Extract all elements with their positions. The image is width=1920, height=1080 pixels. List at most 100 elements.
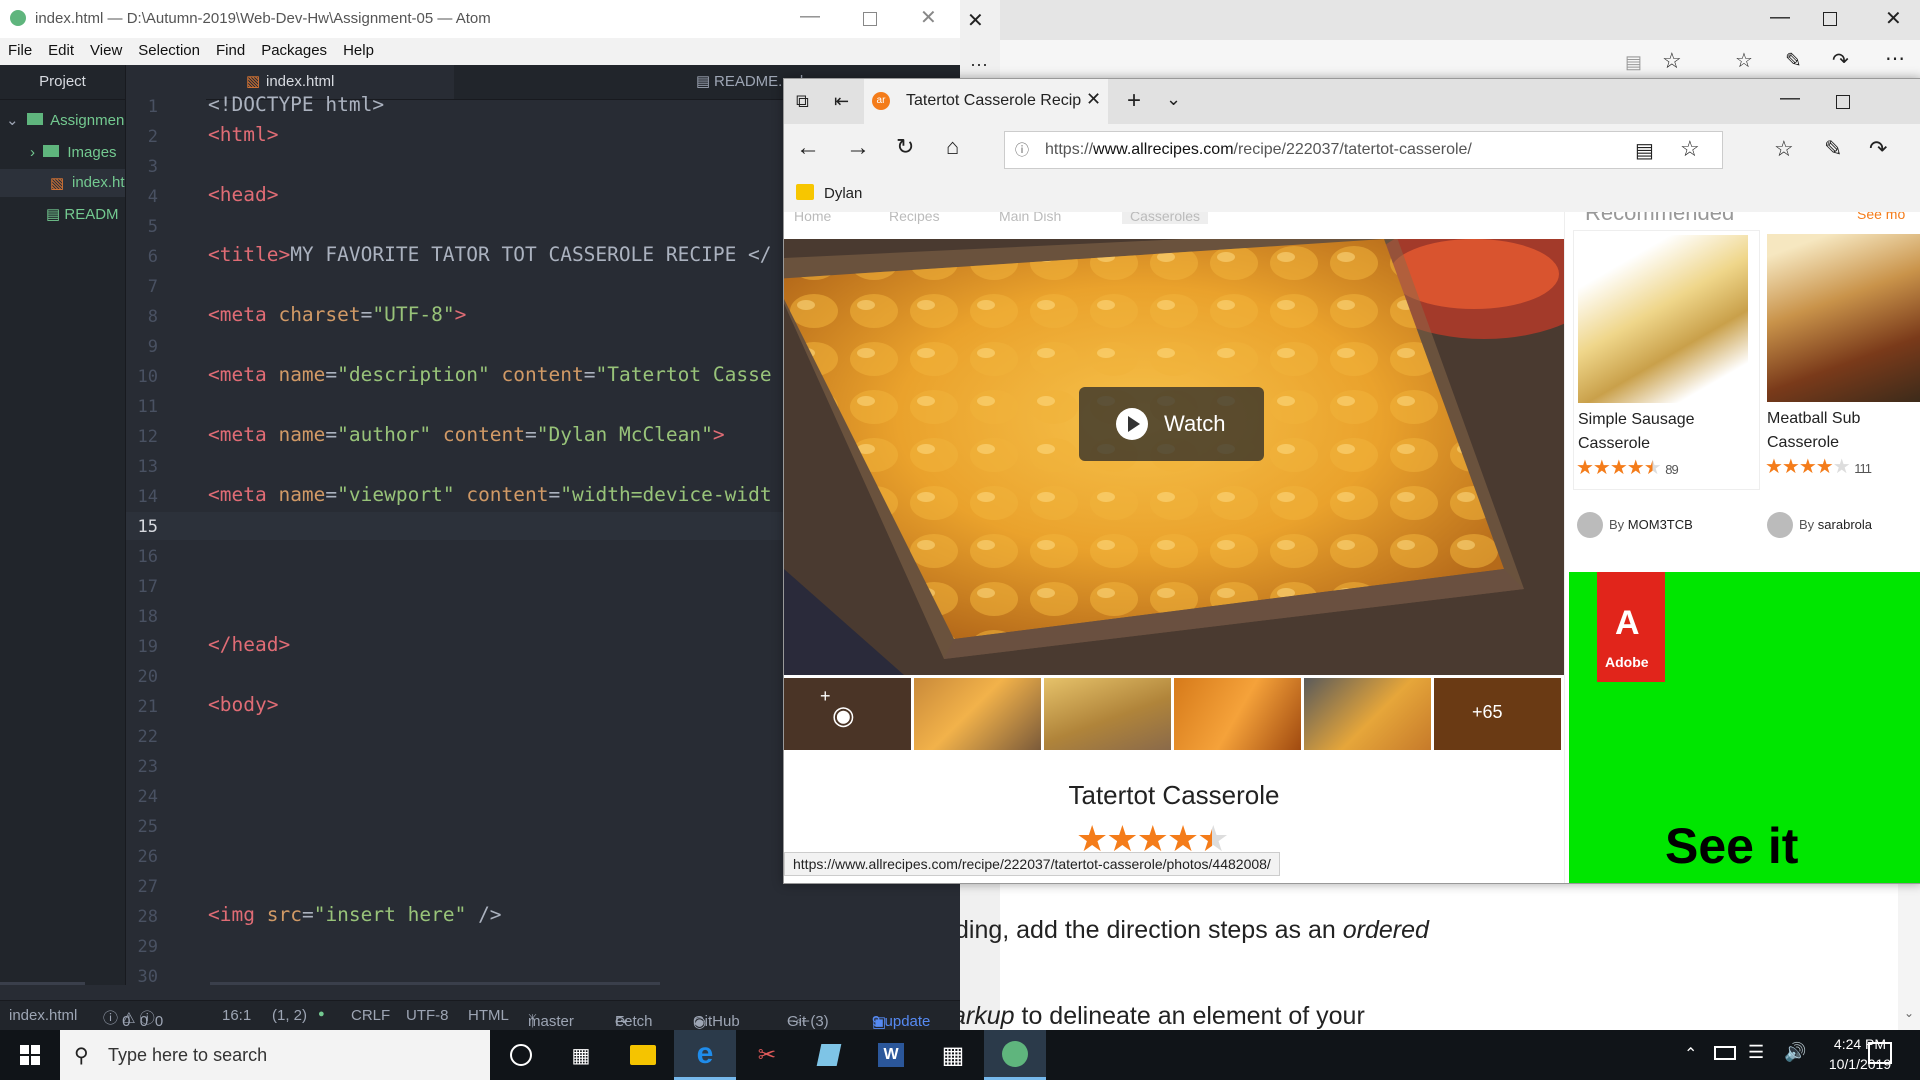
favorite-star-icon[interactable]: ☆ <box>1662 48 1682 74</box>
more-icon[interactable]: ⋯ <box>970 55 988 76</box>
camera-icon: ◉ <box>832 700 855 730</box>
recommended-card[interactable]: Simple Sausage Casserole ★★★★★ 89 <box>1573 230 1760 490</box>
clock[interactable]: 4:24 PM 10/1/2019 <box>1810 1036 1910 1072</box>
encoding[interactable]: UTF-8 <box>406 1007 449 1024</box>
menu-packages[interactable]: Packages <box>253 38 335 59</box>
favorites-hub-icon[interactable]: ☆ <box>1774 136 1794 162</box>
back-icon[interactable]: ← <box>796 134 820 162</box>
start-button[interactable] <box>0 1030 60 1080</box>
breadcrumb: Home Recipes Main Dish Casseroles <box>784 212 1564 230</box>
grammar[interactable]: HTML <box>468 1007 509 1024</box>
wifi-icon[interactable]: ☰ <box>1748 1042 1764 1063</box>
recommended-author[interactable]: By sarabrola <box>1799 517 1872 532</box>
recommended-title: Casserole <box>1767 434 1840 451</box>
watch-video-button[interactable]: Watch <box>1079 387 1264 461</box>
share-icon[interactable]: ↷ <box>1832 48 1849 73</box>
menu-view[interactable]: View <box>82 38 130 59</box>
adobe-ad[interactable]: A Adobe See it <box>1569 572 1920 883</box>
refresh-icon[interactable]: ↻ <box>896 134 914 160</box>
recipe-main-photo[interactable]: Watch <box>784 239 1564 675</box>
minimize-icon[interactable]: — <box>800 5 820 28</box>
pen-icon[interactable]: ✎ <box>1785 48 1802 73</box>
close-icon[interactable]: ✕ <box>920 5 937 30</box>
action-center-icon[interactable] <box>1868 1042 1892 1064</box>
new-tab-icon[interactable]: + <box>1127 87 1141 115</box>
battery-icon[interactable] <box>1714 1046 1736 1060</box>
word-button[interactable]: W <box>860 1030 922 1080</box>
book-icon: ▤ <box>696 73 711 90</box>
photo-thumb[interactable] <box>1044 678 1171 750</box>
photo-thumb[interactable] <box>1304 678 1431 750</box>
home-icon[interactable]: ⌂ <box>946 134 959 160</box>
more-photos-thumb[interactable]: +65 <box>1434 678 1561 750</box>
forward-icon[interactable]: → <box>846 134 870 162</box>
atom-taskbar-button[interactable] <box>984 1030 1046 1080</box>
address-bar[interactable]: ⓘ https://www.allrecipes.com/recipe/2220… <box>1004 131 1723 169</box>
status-file[interactable]: index.html <box>9 1007 77 1024</box>
chevron-up-icon[interactable]: ⌃ <box>1684 1044 1697 1064</box>
taskbar-search-box[interactable]: ⚲ Type here to search <box>60 1030 490 1080</box>
menu-selection[interactable]: Selection <box>130 38 208 59</box>
close-icon[interactable]: ✕ <box>967 8 984 33</box>
maximize-icon[interactable] <box>863 12 877 26</box>
restore-icon[interactable] <box>1823 12 1837 26</box>
add-photo-thumb[interactable]: + ◉ <box>784 678 911 750</box>
favorites-hub-icon[interactable]: ☆ <box>1735 48 1753 73</box>
more-photos-count: +65 <box>1472 702 1503 722</box>
tree-scrollbar[interactable] <box>0 982 85 985</box>
edge-taskbar-button[interactable]: e <box>674 1030 736 1080</box>
info-icon[interactable]: ⓘ <box>1015 140 1029 160</box>
menu-file[interactable]: File <box>0 38 40 59</box>
editor-horizontal-scrollbar[interactable] <box>210 982 660 985</box>
tree-header[interactable]: Project <box>0 65 125 100</box>
background-text-line-1: ding, add the direction steps as an orde… <box>955 916 1429 944</box>
reading-view-icon[interactable]: ▤ <box>1635 138 1654 163</box>
menu-find[interactable]: Find <box>208 38 253 59</box>
favorites-folder-dylan[interactable]: Dylan <box>824 185 862 202</box>
photo-thumb[interactable] <box>914 678 1041 750</box>
share-icon[interactable]: ↷ <box>1869 136 1887 162</box>
volume-icon[interactable]: 🔊 <box>1784 1042 1806 1063</box>
cortana-button[interactable] <box>490 1030 552 1080</box>
set-aside-tabs-icon[interactable]: ⇤ <box>834 91 849 112</box>
selection-count: (1, 2) <box>272 1007 308 1024</box>
reading-view-icon[interactable]: ▤ <box>1625 52 1642 73</box>
breadcrumb-main-dish[interactable]: Main Dish <box>999 212 1061 224</box>
recipe-title: Tatertot Casserole <box>1068 780 1280 810</box>
task-view-button[interactable]: ▦ <box>550 1030 612 1080</box>
allrecipes-favicon: ar <box>872 92 890 110</box>
cursor-position[interactable]: 16:1 <box>222 1007 251 1024</box>
close-tab-icon[interactable]: ✕ <box>1086 89 1101 110</box>
breadcrumb-recipes[interactable]: Recipes <box>889 212 940 224</box>
breadcrumb-home[interactable]: Home <box>794 212 831 224</box>
more-icon[interactable]: ⋯ <box>1885 46 1905 71</box>
see-more-link[interactable]: See mo <box>1857 212 1905 222</box>
snipping-tool-button[interactable]: ✂ <box>736 1030 798 1080</box>
favorite-star-icon[interactable]: ☆ <box>1680 136 1700 162</box>
tab-readme[interactable]: ▤ README.md <box>456 65 803 99</box>
minimize-icon[interactable]: — <box>1780 87 1800 110</box>
chevron-down-icon[interactable]: ⌄ <box>1166 89 1181 110</box>
maximize-icon[interactable] <box>1836 95 1850 109</box>
pen-icon[interactable]: ✎ <box>1824 136 1842 162</box>
folder-icon <box>796 184 814 200</box>
edge-tab-strip: ⧉ ⇤ ar Tatertot Casserole Recip ✕ + ⌄ — <box>784 79 1920 124</box>
breadcrumb-casseroles[interactable]: Casseroles <box>1122 212 1209 224</box>
notepad-button[interactable] <box>798 1030 860 1080</box>
tab-tatertot[interactable]: ar Tatertot Casserole Recip ✕ <box>864 79 1108 124</box>
close-icon[interactable]: ✕ <box>1885 6 1902 31</box>
file-explorer-button[interactable] <box>612 1030 674 1080</box>
recommended-card[interactable]: Meatball Sub Casserole ★★★★★ 111 <box>1763 230 1920 488</box>
calculator-button[interactable]: ▦ <box>922 1030 984 1080</box>
linter-status[interactable]: ⓘ 0 ⚠ 0 ⓘ 0 <box>103 1007 163 1030</box>
line-ending[interactable]: CRLF <box>351 1007 390 1024</box>
menu-edit[interactable]: Edit <box>40 38 82 59</box>
adobe-logo: A Adobe <box>1597 572 1665 682</box>
recommended-author[interactable]: By MOM3TCB <box>1609 517 1693 532</box>
minimize-icon[interactable]: — <box>1770 6 1790 29</box>
tabs-aside-icon[interactable]: ⧉ <box>796 91 809 112</box>
menu-help[interactable]: Help <box>335 38 382 59</box>
recommended-title: Simple Sausage <box>1578 411 1695 428</box>
photo-thumb[interactable] <box>1174 678 1301 750</box>
edge-browser-window: ⧉ ⇤ ar Tatertot Casserole Recip ✕ + ⌄ — … <box>783 78 1920 884</box>
